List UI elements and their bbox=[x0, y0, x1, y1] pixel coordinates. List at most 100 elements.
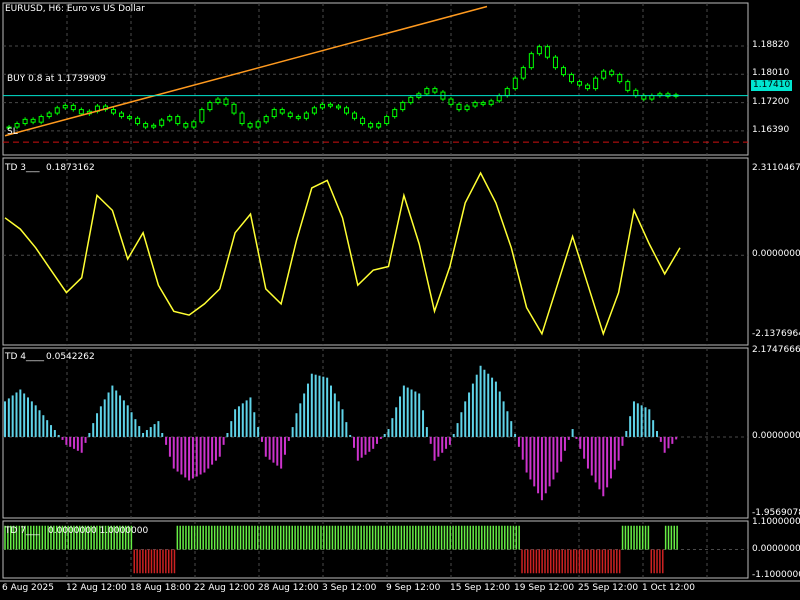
td3-tick: 0.0000000 bbox=[752, 249, 800, 260]
candle-body bbox=[255, 121, 261, 128]
candle-body bbox=[472, 102, 478, 107]
candle-body bbox=[625, 81, 631, 91]
candle-body bbox=[536, 46, 542, 55]
price-tick: 1.16390 bbox=[752, 124, 790, 135]
price-tick: 1.17200 bbox=[752, 96, 790, 107]
candle-body bbox=[231, 103, 237, 114]
time-label: 3 Sep 12:00 bbox=[322, 583, 377, 593]
time-label: 18 Aug 18:00 bbox=[130, 583, 191, 593]
candle-body bbox=[368, 123, 374, 128]
candle-body bbox=[247, 123, 253, 128]
buy-order-label[interactable]: BUY 0.8 at 1.1739909 bbox=[7, 74, 106, 85]
candle-body bbox=[593, 77, 599, 90]
candle-body bbox=[215, 98, 221, 104]
candle-body bbox=[400, 102, 406, 111]
pane-td4 bbox=[2, 347, 749, 519]
candle-body bbox=[46, 112, 52, 118]
td7-values: 0.0000000 1.0000000 bbox=[48, 526, 149, 536]
td3-label: TD 3___ bbox=[5, 163, 40, 173]
candle-body bbox=[22, 118, 28, 125]
candle-body bbox=[408, 96, 414, 104]
candle-body bbox=[175, 116, 181, 125]
time-label: 19 Sep 12:00 bbox=[514, 583, 575, 593]
candle-body bbox=[303, 112, 309, 119]
stop-loss-label[interactable]: SL bbox=[7, 127, 18, 138]
trendline bbox=[4, 5, 488, 137]
candle-body bbox=[223, 98, 229, 105]
candle-body bbox=[617, 74, 623, 83]
candle-body bbox=[135, 117, 141, 125]
candle-body bbox=[448, 98, 454, 105]
candle-body bbox=[633, 89, 639, 97]
candle-body bbox=[432, 88, 438, 93]
candle-body bbox=[480, 102, 486, 105]
candle-body bbox=[271, 109, 277, 118]
candle-body bbox=[392, 109, 398, 118]
candle-body bbox=[424, 88, 430, 95]
time-label: 22 Aug 12:00 bbox=[194, 583, 255, 593]
candle-body bbox=[70, 104, 76, 111]
candle-body bbox=[62, 104, 68, 109]
candle-body bbox=[552, 56, 558, 69]
candle-body bbox=[295, 116, 301, 119]
candle-body bbox=[344, 107, 350, 114]
candle-body bbox=[191, 121, 197, 128]
candle-body bbox=[352, 112, 358, 119]
candle-body bbox=[601, 70, 607, 79]
td3-tick: 2.3110467 bbox=[752, 162, 800, 173]
candle-body bbox=[327, 103, 333, 107]
td3-tick: -2.1376964 bbox=[752, 329, 800, 340]
td7-label: TD 7___ bbox=[5, 526, 40, 536]
candle-body bbox=[335, 105, 341, 109]
candle-body bbox=[263, 116, 269, 123]
candle-body bbox=[376, 123, 382, 128]
candle-body bbox=[167, 116, 173, 121]
candle-body bbox=[151, 124, 157, 128]
time-label: 25 Sep 12:00 bbox=[578, 583, 639, 593]
candle-body bbox=[504, 88, 510, 97]
pane-main bbox=[2, 2, 749, 156]
time-label: 6 Aug 2025 bbox=[2, 583, 54, 593]
candle-body bbox=[520, 67, 526, 79]
time-label: 9 Sep 12:00 bbox=[386, 583, 441, 593]
trading-chart[interactable] bbox=[0, 0, 800, 600]
candle-body bbox=[464, 105, 470, 111]
candle-body bbox=[159, 119, 165, 126]
candle-body bbox=[54, 107, 60, 114]
candle-body bbox=[30, 118, 36, 123]
candle-body bbox=[127, 116, 133, 119]
candle-body bbox=[207, 102, 213, 111]
candle-body bbox=[279, 109, 285, 114]
candle-body bbox=[119, 112, 125, 118]
candle-body bbox=[456, 103, 462, 111]
candle-body bbox=[512, 77, 518, 90]
pane-td3 bbox=[2, 157, 749, 346]
candle-body bbox=[311, 107, 317, 114]
td7-tick: -1.1000000 bbox=[752, 569, 800, 580]
candle-body bbox=[496, 95, 502, 102]
candle-body bbox=[110, 109, 116, 114]
td3-value: 0.1873162 bbox=[46, 163, 95, 173]
td7-tick: 0.0000000 bbox=[752, 543, 800, 554]
td7-tick: 1.1000000 bbox=[752, 517, 800, 528]
time-label: 12 Aug 12:00 bbox=[66, 583, 127, 593]
candle-body bbox=[544, 46, 550, 58]
td4-tick: 0.0000000 bbox=[752, 430, 800, 441]
td4-tick: 2.1747666 bbox=[752, 344, 800, 355]
candle-body bbox=[38, 116, 44, 123]
candle-body bbox=[569, 74, 575, 83]
candle-body bbox=[585, 84, 591, 90]
price-tick: 1.18820 bbox=[752, 39, 790, 50]
candle-body bbox=[239, 112, 245, 125]
candle-body bbox=[287, 112, 293, 118]
candle-body bbox=[560, 67, 566, 76]
candle-body bbox=[577, 81, 583, 86]
time-label: 15 Sep 12:00 bbox=[450, 583, 511, 593]
candle-body bbox=[78, 109, 84, 115]
candle-body bbox=[384, 116, 390, 125]
td4-label: TD 4____ bbox=[5, 352, 45, 362]
candle-body bbox=[319, 103, 325, 109]
candle-body bbox=[528, 53, 534, 69]
time-label: 28 Aug 12:00 bbox=[258, 583, 319, 593]
candle-body bbox=[488, 100, 494, 105]
